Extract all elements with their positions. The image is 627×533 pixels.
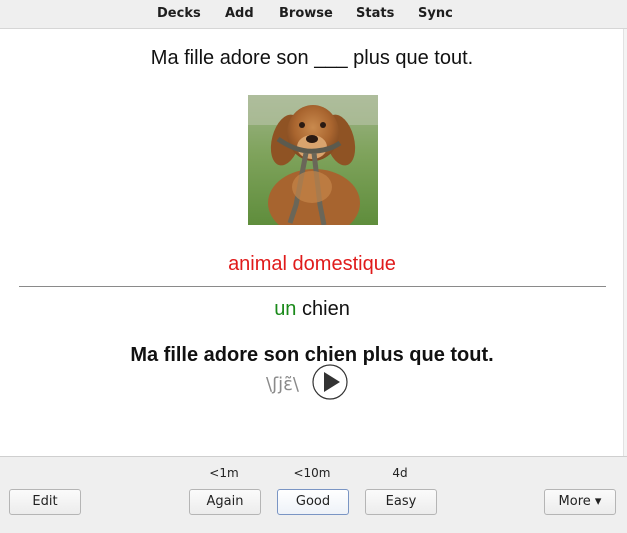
again-button[interactable]: Again [189,489,261,515]
answer-bar: <1m <10m 4d Edit Again Good Easy More ▾ [0,456,627,533]
answer-noun: chien [302,298,350,320]
answer-divider [19,286,606,287]
card-image [248,95,378,225]
dog-photo [248,95,378,225]
toolbar-add[interactable]: Add [225,6,254,21]
play-audio-button[interactable] [312,364,348,400]
more-button[interactable]: More ▾ [544,489,616,515]
interval-easy: 4d [392,466,408,480]
toolbar-decks[interactable]: Decks [157,6,201,21]
good-button[interactable]: Good [277,489,349,515]
hint-text: animal domestique [228,253,396,275]
answer-article: un [274,298,297,320]
scrollbar-edge [623,29,627,456]
pronunciation-text: \ʃjɛ̃\ [266,374,299,395]
question-text: Ma fille adore son ___ plus que tout. [150,47,474,69]
play-icon [312,364,348,400]
edit-button[interactable]: Edit [9,489,81,515]
interval-good: <10m [293,466,331,480]
easy-button[interactable]: Easy [365,489,437,515]
toolbar-stats[interactable]: Stats [356,6,394,21]
top-toolbar: Decks Add Browse Stats Sync [0,0,627,29]
anki-reviewer-window: Decks Add Browse Stats Sync Ma fille ado… [0,0,627,533]
toolbar-sync[interactable]: Sync [418,6,453,21]
answer-word: un chien [0,298,624,321]
interval-again: <1m [209,466,239,480]
toolbar-browse[interactable]: Browse [279,6,333,21]
